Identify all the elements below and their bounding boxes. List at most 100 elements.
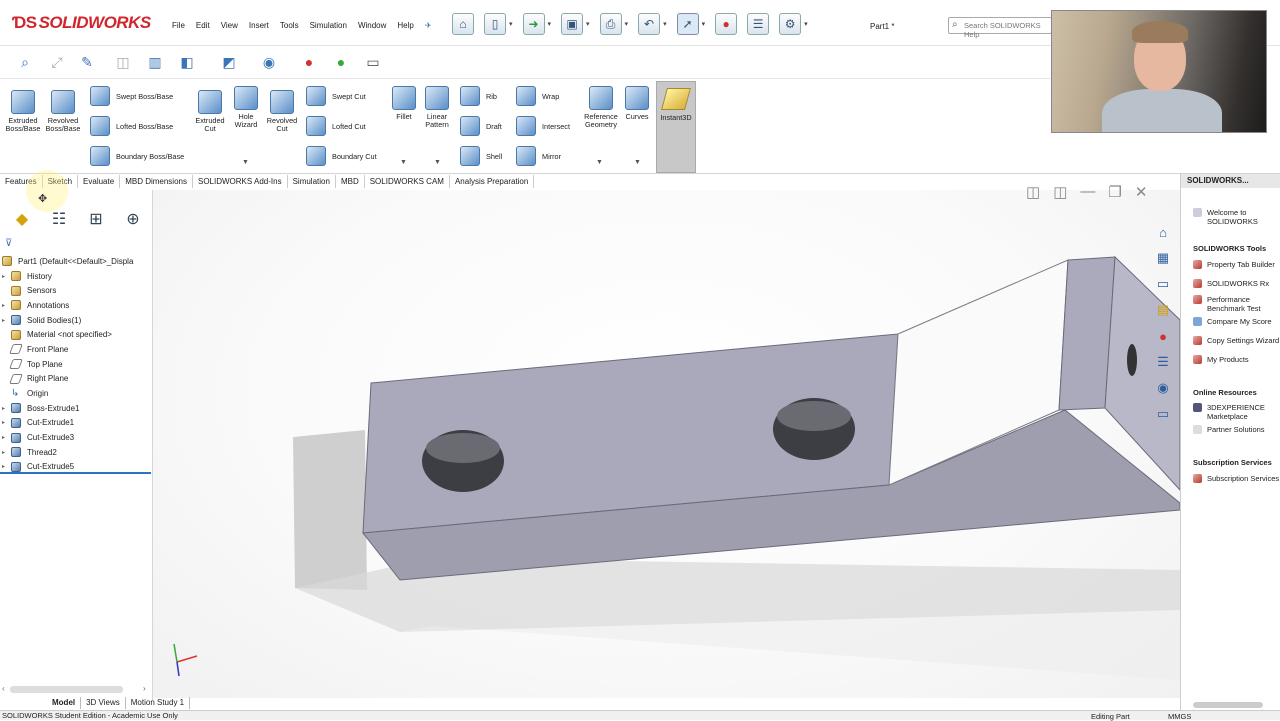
tree-item-thread2[interactable]: ▸ Thread2 [2,445,152,460]
link-subscription-services[interactable]: Subscription Services [1193,474,1279,483]
tool-my-products[interactable]: My Products [1193,355,1249,364]
tab-evaluate[interactable]: Evaluate [78,175,121,188]
apply-scene-icon[interactable]: ● [330,51,352,73]
graphics-area[interactable] [153,190,1180,698]
tree-item-history[interactable]: ▸ History [2,269,152,284]
rollback-bar[interactable] [0,472,151,474]
tool-compare-my-score[interactable]: Compare My Score [1193,317,1272,326]
task-pane-header[interactable]: SOLIDWORKS... [1181,174,1280,188]
boundary-cut-button[interactable]: Boundary Cut [306,146,377,166]
zoom-to-fit-icon[interactable]: ⌕ [14,51,36,73]
home-icon[interactable]: ⌂ [1151,220,1175,244]
tab-motion-study-1[interactable]: Motion Study 1 [126,697,191,709]
design-library-icon[interactable]: ▦ [1151,246,1175,270]
tree-root-part[interactable]: Part1 (Default<<Default>_Displa [2,254,152,269]
fillet-button[interactable]: Fillet [390,86,418,121]
tile-right-icon[interactable]: ◫ [1053,183,1067,201]
expand-icon[interactable]: ▸ [2,405,9,412]
tree-item-origin[interactable]: ↳ Origin [2,386,152,401]
tab-simulation[interactable]: Simulation [288,175,336,188]
scroll-left-icon[interactable]: ‹ [2,684,5,693]
expand-icon[interactable]: ▸ [2,463,9,470]
tree-item-annotations[interactable]: ▸ Annotations [2,298,152,313]
home-icon[interactable]: ⌂ [452,13,474,35]
tree-item-sensors[interactable]: Sensors [2,283,152,298]
rebuild-traffic-light-icon[interactable]: ● [715,13,738,35]
save-icon[interactable]: ▣ [561,13,584,35]
scroll-right-icon[interactable]: › [143,684,146,693]
extruded-cut-button[interactable]: Extruded Cut [192,90,228,133]
expand-icon[interactable]: ▸ [2,449,9,456]
expand-icon[interactable]: ▸ [2,419,9,426]
dimxpertmanager-icon[interactable]: ⊕ [121,206,145,232]
intersect-button[interactable]: Intersect [516,116,570,136]
tree-item-front-plane[interactable]: Front Plane [2,342,152,357]
tab-solidworks-add-ins[interactable]: SOLIDWORKS Add-Ins [193,175,288,188]
menu-tools[interactable]: Tools [280,21,299,30]
chevron-down-icon[interactable]: ▼ [242,159,249,166]
chevron-down-icon[interactable]: ▾ [586,20,590,28]
shell-button[interactable]: Shell [460,146,502,166]
chevron-down-icon[interactable]: ▾ [702,20,706,28]
display-style-icon[interactable]: ◩ [218,51,240,73]
swept-boss-button[interactable]: Swept Boss/Base [90,86,173,106]
tool-solidworks-rx[interactable]: SOLIDWORKS Rx [1193,279,1269,288]
expand-icon[interactable]: ▸ [2,434,9,441]
file-explorer-icon[interactable]: ▭ [1151,272,1175,296]
expand-icon[interactable]: ▸ [2,317,9,324]
forum-icon[interactable]: ▭ [1151,402,1175,426]
tool-copy-settings-wizard[interactable]: Copy Settings Wizard [1193,336,1279,345]
tree-item-boss-extrude1[interactable]: ▸ Boss-Extrude1 [2,401,152,416]
view-settings-icon[interactable]: ▭ [362,51,384,73]
tab-analysis-preparation[interactable]: Analysis Preparation [450,175,535,188]
task-pane-scrollbar[interactable] [1193,702,1263,708]
edit-appearance-icon[interactable]: ● [298,51,320,73]
chevron-down-icon[interactable]: ▾ [804,20,808,28]
tree-item-solid-bodies[interactable]: ▸ Solid Bodies(1) [2,313,152,328]
chevron-down-icon[interactable]: ▼ [596,159,603,166]
chevron-down-icon[interactable]: ▼ [400,159,407,166]
tree-item-cut-extrude3[interactable]: ▸ Cut-Extrude3 [2,430,152,445]
file-properties-icon[interactable]: ☰ [747,13,770,35]
chevron-down-icon[interactable]: ▼ [434,159,441,166]
menu-view[interactable]: View [221,21,238,30]
curves-button[interactable]: Curves [622,86,652,121]
hide-show-items-icon[interactable]: ◉ [258,51,280,73]
tree-item-cut-extrude1[interactable]: ▸ Cut-Extrude1 [2,416,152,431]
tree-item-right-plane[interactable]: Right Plane [2,372,152,387]
rib-button[interactable]: Rib [460,86,497,106]
menu-edit[interactable]: Edit [196,21,210,30]
wrap-button[interactable]: Wrap [516,86,559,106]
tab-3d-views[interactable]: 3D Views [81,697,126,709]
hole-wizard-button[interactable]: Hole Wizard [230,86,262,129]
configurationmanager-icon[interactable]: ⊞ [84,206,108,232]
solidworks-resources-icon[interactable]: ◉ [1151,376,1175,400]
tab-mbd-dimensions[interactable]: MBD Dimensions [120,175,193,188]
swept-cut-button[interactable]: Swept Cut [306,86,366,106]
chevron-down-icon[interactable]: ▾ [509,20,513,28]
chevron-down-icon[interactable]: ▼ [634,159,641,166]
lofted-cut-button[interactable]: Lofted Cut [306,116,366,136]
tool-property-tab-builder[interactable]: Property Tab Builder [1193,260,1275,269]
featuremanager-tree-icon[interactable]: ◆ [10,206,34,232]
tab-mbd[interactable]: MBD [336,175,365,188]
horizontal-scrollbar[interactable] [10,686,123,693]
link-3dexperience-marketplace[interactable]: 3DEXPERIENCE Marketplace [1193,403,1279,421]
print-icon[interactable]: ⎙ [599,13,622,35]
view-palette-icon[interactable]: ▤ [1151,298,1175,322]
chevron-down-icon[interactable]: ▾ [625,20,629,28]
close-icon[interactable]: ✕ [1135,183,1148,201]
help-search-input[interactable]: ⌕ Search SOLIDWORKS Help [948,17,1052,39]
expand-icon[interactable]: ▸ [2,273,9,280]
pin-icon[interactable]: ✈ [425,21,432,30]
revolved-boss-button[interactable]: Revolved Boss/Base [44,90,82,133]
mirror-button[interactable]: Mirror [516,146,561,166]
tab-model[interactable]: Model [0,697,82,709]
minimize-icon[interactable]: — [1080,183,1095,201]
menu-file[interactable]: File [172,21,185,30]
restore-icon[interactable]: ❐ [1108,183,1121,201]
expand-icon[interactable]: ▸ [2,302,9,309]
link-partner-solutions[interactable]: Partner Solutions [1193,425,1265,434]
previous-view-icon[interactable]: ✎ [76,51,98,73]
welcome-link[interactable]: Welcome to SOLIDWORKS [1193,208,1280,226]
